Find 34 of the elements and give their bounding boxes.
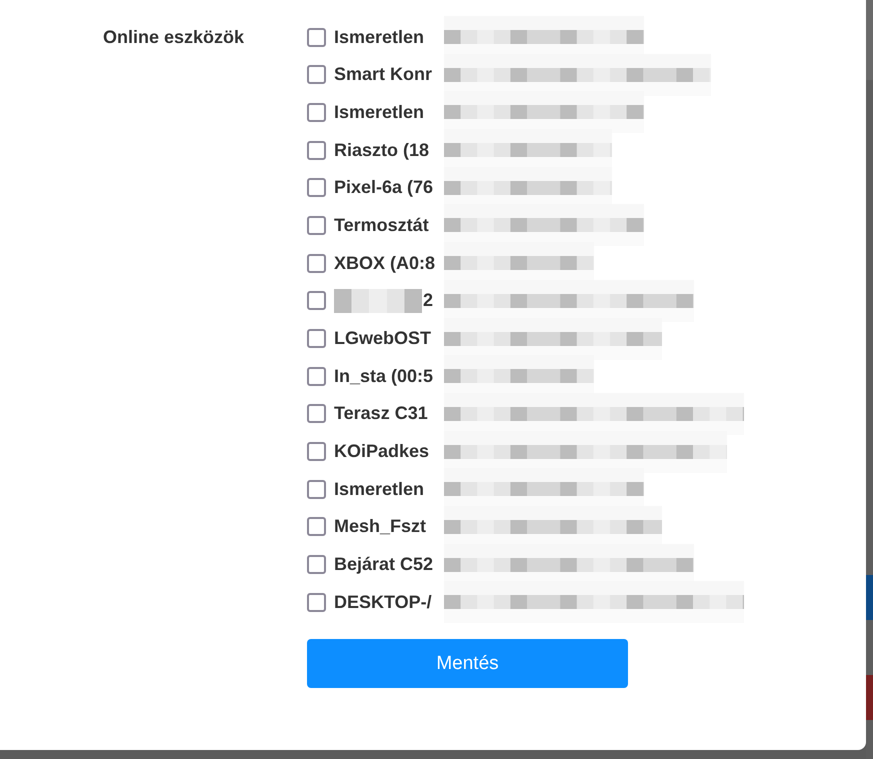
device-label: Pixel-6a (76 (334, 177, 434, 198)
checkbox[interactable] (307, 442, 326, 462)
device-label: Mesh_Fszt (334, 516, 428, 538)
device-label: Smart Konr (334, 64, 434, 86)
checkbox[interactable] (307, 555, 326, 574)
checkbox[interactable] (307, 140, 326, 160)
checkbox[interactable] (307, 65, 326, 84)
device-label: Termosztát (334, 214, 430, 236)
checkbox[interactable] (307, 254, 326, 273)
device-label: Bejárat C52 (334, 554, 434, 576)
checkbox[interactable] (307, 291, 326, 310)
save-button[interactable]: Mentés (307, 639, 628, 688)
device-label: LGwebOST (334, 328, 432, 349)
checkbox[interactable] (307, 517, 326, 536)
device-label: 2 (423, 290, 434, 312)
checkbox[interactable] (307, 329, 326, 348)
device-label: DESKTOP-/ (334, 592, 433, 613)
checkbox[interactable] (307, 404, 326, 424)
checkbox[interactable] (307, 592, 326, 612)
device-label: Terasz C31 (334, 403, 429, 424)
device-label: XBOX (A0:8 (334, 252, 436, 274)
checkbox[interactable] (307, 178, 326, 198)
checkbox[interactable] (307, 480, 326, 499)
device-label: Ismeretlen (334, 478, 426, 500)
field-label: Online eszközök (103, 26, 246, 49)
device-label: KOiPadkes (334, 441, 430, 462)
device-label: Riaszto (18 (334, 140, 430, 161)
checkbox[interactable] (307, 102, 326, 122)
device-label: Ismeretlen (334, 102, 426, 123)
checkbox[interactable] (307, 28, 326, 46)
checkbox[interactable] (307, 366, 326, 386)
checkbox[interactable] (307, 216, 326, 235)
device-label: Ismeretlen (334, 26, 426, 48)
device-label: In_sta (00:5 (334, 366, 434, 387)
